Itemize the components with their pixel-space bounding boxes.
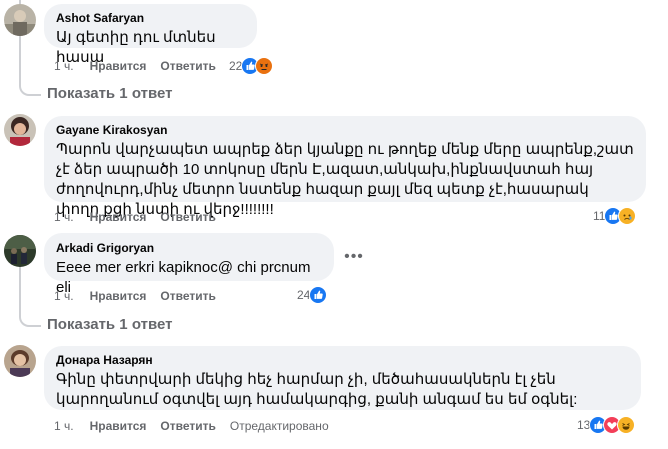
comment-actions: 1 ч. Нравится Ответить xyxy=(54,209,230,225)
reply-button[interactable]: Ответить xyxy=(160,210,215,224)
reaction-count: 22 xyxy=(229,59,243,73)
comment-author[interactable]: Arkadi Grigoryan xyxy=(56,240,322,256)
show-replies-link[interactable]: Показать 1 ответ xyxy=(47,84,172,104)
thread-elbow xyxy=(19,82,41,96)
avatar-gayane[interactable] xyxy=(4,114,36,146)
comment-bubble: Gayane Kirakosyan Պարոն վարչապետ ապրեք ձ… xyxy=(44,116,646,218)
comment-author[interactable]: Донара Назарян xyxy=(56,352,629,368)
comment-bubble: Arkadi Grigoryan Eeee mer erkri kapiknoc… xyxy=(44,233,334,296)
comment-bubble: Донара Назарян Գինը փետրվարի մեկից հեչ հ… xyxy=(44,346,641,410)
comment-author[interactable]: Ashot Safaryan xyxy=(56,10,245,26)
more-options-button[interactable]: ••• xyxy=(340,249,368,270)
comment-time[interactable]: 1 ч. xyxy=(54,210,74,224)
reaction-summary[interactable]: 11 xyxy=(593,207,637,225)
comment-time[interactable]: 1 ч. xyxy=(54,289,74,303)
reply-button[interactable]: Ответить xyxy=(160,289,215,303)
reaction-summary[interactable]: 24 xyxy=(297,286,328,304)
edited-label: Отредактировано xyxy=(229,419,329,433)
show-replies-link[interactable]: Показать 1 ответ xyxy=(47,315,172,335)
reaction-summary[interactable]: 22 xyxy=(229,57,274,75)
reaction-count: 13 xyxy=(577,418,591,432)
reply-button[interactable]: Ответить xyxy=(160,59,215,73)
haha-icon xyxy=(617,416,636,434)
avatar-ashot[interactable] xyxy=(4,4,36,36)
like-button[interactable]: Нравится xyxy=(90,289,147,303)
comment-bubble: Ashot Safaryan Այ գետիը դու մտնես հասա xyxy=(44,4,257,66)
reaction-summary[interactable]: 13 xyxy=(577,416,636,434)
comment-actions: 1 ч. Нравится Ответить xyxy=(54,288,230,304)
comment-actions: 1 ч. Нравится Ответить Отредактировано xyxy=(54,418,343,434)
comment-text: Գինը փետրվարի մեկից հեչ հարմար չի, մեծահ… xyxy=(56,371,578,408)
like-button[interactable]: Нравится xyxy=(90,419,147,433)
reaction-count: 24 xyxy=(297,288,311,302)
like-icon xyxy=(309,286,328,304)
comment-time[interactable]: 1 ч. xyxy=(54,59,74,73)
avatar-donara[interactable] xyxy=(4,345,36,377)
thread-line xyxy=(19,262,21,314)
comment-text: Պարոն վարչապետ ապրեք ձեր կյանքը ու թողեք… xyxy=(56,141,634,218)
comment-author[interactable]: Gayane Kirakosyan xyxy=(56,122,634,138)
angry-icon xyxy=(255,57,274,75)
comment-time[interactable]: 1 ч. xyxy=(54,419,74,433)
like-button[interactable]: Нравится xyxy=(90,210,147,224)
thread-elbow xyxy=(19,313,41,327)
avatar-arkadi[interactable] xyxy=(4,235,36,267)
comment-actions: 1 ч. Нравится Ответить xyxy=(54,58,230,74)
sad-icon xyxy=(618,207,637,225)
reply-button[interactable]: Ответить xyxy=(160,419,215,433)
like-button[interactable]: Нравится xyxy=(90,59,147,73)
